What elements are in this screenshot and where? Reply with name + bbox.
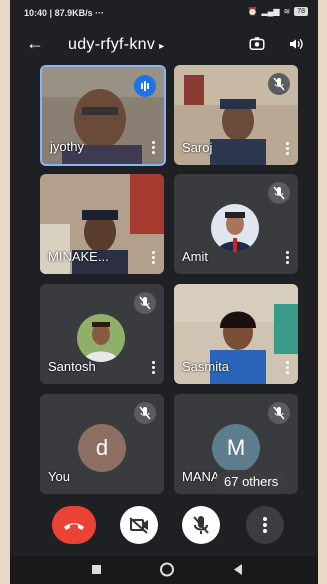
meeting-code-title[interactable]: udy-rfyf-knv ▸ — [68, 36, 165, 54]
more-options-icon[interactable] — [152, 359, 156, 376]
participant-tile-sasmita[interactable]: Sasmita — [174, 284, 298, 384]
participant-tile-jyothy[interactable]: jyothy — [40, 65, 166, 166]
avatar — [211, 204, 259, 252]
participant-name: You — [48, 469, 70, 484]
participant-name: jyothy — [50, 139, 84, 154]
more-options-icon[interactable] — [152, 249, 156, 266]
call-controls — [10, 506, 318, 546]
participant-name: Saroj — [182, 140, 213, 155]
participant-tile-minake[interactable]: MINAKE... — [40, 174, 164, 274]
status-icons: ⏰ ▂▄▆ ≋ 78 — [248, 7, 308, 16]
phone-screen: 10:40 | 87.9KB/s ··· ⏰ ▂▄▆ ≋ 78 ← udy-rf… — [10, 0, 318, 584]
mic-off-icon — [193, 516, 209, 534]
more-options-icon[interactable] — [286, 140, 290, 157]
camera-off-icon — [129, 517, 148, 534]
status-time: 10:40 | 87.9KB/s ··· — [24, 8, 105, 18]
more-options-icon[interactable] — [286, 359, 290, 376]
mic-muted-icon — [268, 182, 290, 204]
participant-tile-you[interactable]: d You — [40, 394, 164, 494]
nav-recents-icon[interactable] — [92, 565, 101, 574]
avatar — [77, 314, 125, 362]
system-nav-bar — [10, 556, 318, 584]
mic-muted-icon — [134, 402, 156, 424]
signal-icon: ▂▄▆ — [261, 7, 280, 16]
more-options-icon[interactable] — [286, 249, 290, 266]
nav-back-icon[interactable] — [234, 564, 242, 575]
more-options-icon[interactable] — [152, 139, 156, 156]
mic-muted-icon — [268, 402, 290, 424]
participant-tile-santosh[interactable]: Santosh — [40, 284, 164, 384]
camera-toggle-button[interactable] — [120, 506, 158, 544]
alarm-icon: ⏰ — [247, 7, 258, 16]
hang-up-icon — [64, 523, 84, 530]
more-options-button[interactable] — [246, 506, 284, 544]
participant-tile-amit[interactable]: Amit — [174, 174, 298, 274]
more-vert-icon — [263, 517, 267, 533]
microphone-toggle-button[interactable] — [182, 506, 220, 544]
participant-name: Santosh — [48, 359, 96, 374]
participant-name: Sasmita — [182, 359, 229, 374]
speaker-icon[interactable] — [288, 36, 304, 52]
mic-muted-icon — [134, 292, 156, 314]
participant-name: MINAKE... — [48, 249, 109, 264]
back-arrow-icon[interactable]: ← — [26, 33, 44, 54]
switch-camera-icon[interactable] — [248, 35, 266, 53]
avatar: d — [78, 424, 126, 472]
mic-muted-icon — [268, 73, 290, 95]
battery-icon: 78 — [294, 7, 308, 16]
meeting-header: ← udy-rfyf-knv ▸ — [10, 28, 318, 62]
others-count-chip[interactable]: 67 others — [216, 470, 287, 493]
avatar: M — [212, 424, 260, 472]
wifi-icon: ≋ — [283, 7, 291, 16]
participant-name: Amit — [182, 249, 208, 264]
end-call-button[interactable] — [52, 506, 96, 544]
speaking-indicator-icon — [134, 75, 156, 97]
status-bar: 10:40 | 87.9KB/s ··· ⏰ ▂▄▆ ≋ 78 — [10, 0, 318, 26]
nav-home-icon[interactable] — [160, 562, 174, 577]
participant-tile-saroj[interactable]: Saroj — [174, 65, 298, 165]
